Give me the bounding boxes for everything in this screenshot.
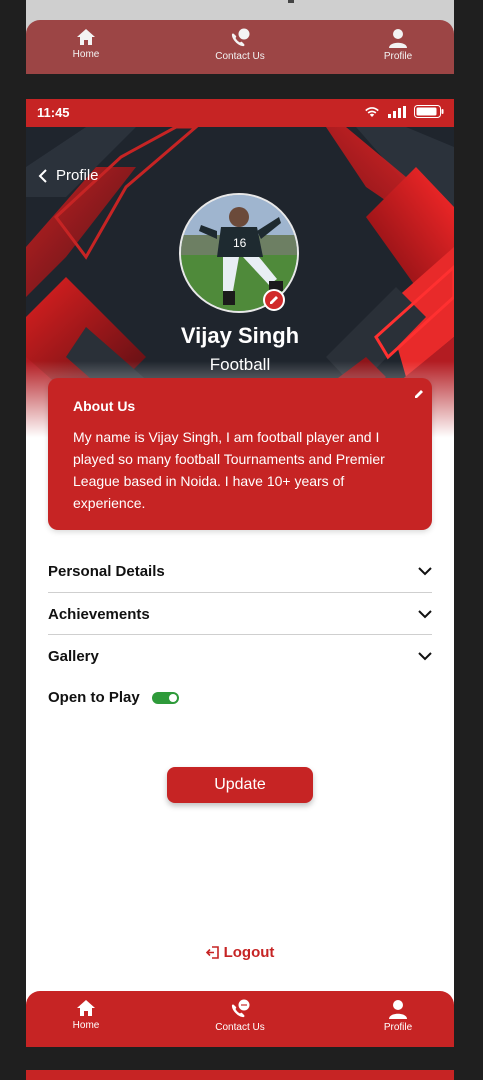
profile-icon bbox=[389, 29, 407, 48]
about-card: About Us My name is Vijay Singh, I am fo… bbox=[48, 378, 432, 530]
contact-icon bbox=[231, 28, 250, 47]
logout-button[interactable]: Logout bbox=[26, 944, 454, 961]
about-text: My name is Vijay Singh, I am football pl… bbox=[73, 429, 385, 511]
previous-nav-home-label: Home bbox=[72, 49, 100, 60]
back-button[interactable]: Profile bbox=[38, 167, 99, 184]
nav-profile[interactable]: Profile bbox=[358, 999, 438, 1033]
logout-label: Logout bbox=[223, 944, 275, 961]
previous-nav-contact-label: Contact Us bbox=[215, 51, 265, 62]
profile-name: Vijay Singh bbox=[180, 323, 300, 348]
contact-icon bbox=[231, 999, 250, 1018]
status-time: 11:45 bbox=[37, 105, 70, 120]
svg-text:16: 16 bbox=[233, 236, 247, 250]
update-button[interactable]: Update bbox=[167, 767, 313, 803]
bottom-nav: Home Contact Us Profile bbox=[26, 991, 454, 1047]
back-label: Profile bbox=[56, 167, 99, 184]
pencil-icon bbox=[270, 296, 278, 304]
previous-nav-profile: Profile bbox=[358, 28, 438, 62]
nav-contact-us-label: Contact Us bbox=[215, 1022, 265, 1033]
open-to-play-row: Open to Play bbox=[48, 689, 179, 706]
chevron-left-icon bbox=[38, 168, 47, 183]
section-label: Personal Details bbox=[48, 562, 165, 580]
edit-about-button[interactable] bbox=[414, 386, 424, 404]
signal-icon bbox=[388, 105, 406, 118]
battery-icon bbox=[414, 105, 444, 118]
nav-profile-label: Profile bbox=[383, 1022, 413, 1033]
nav-contact-us[interactable]: Contact Us bbox=[200, 999, 280, 1033]
wifi-icon bbox=[365, 106, 379, 117]
nav-home[interactable]: Home bbox=[46, 999, 126, 1031]
pencil-icon bbox=[415, 390, 423, 398]
open-to-play-label: Open to Play bbox=[48, 689, 140, 706]
section-gallery[interactable]: Gallery bbox=[48, 635, 432, 677]
profile-icon bbox=[389, 1000, 407, 1019]
section-label: Gallery bbox=[48, 647, 99, 665]
section-achievements[interactable]: Achievements bbox=[48, 593, 432, 635]
chevron-down-icon bbox=[418, 651, 432, 660]
toggle-knob bbox=[168, 693, 177, 702]
section-personal-details[interactable]: Personal Details bbox=[48, 550, 432, 592]
status-bar: 11:45 bbox=[26, 99, 454, 127]
about-title: About Us bbox=[73, 398, 136, 414]
edit-avatar-button[interactable] bbox=[263, 289, 285, 311]
chevron-down-icon bbox=[418, 609, 432, 618]
section-label: Achievements bbox=[48, 605, 150, 623]
previous-nav-profile-label: Profile bbox=[383, 51, 413, 62]
home-icon bbox=[77, 1000, 95, 1016]
avatar-container: 16 bbox=[179, 193, 299, 313]
nav-home-label: Home bbox=[72, 1020, 100, 1031]
logout-icon bbox=[205, 946, 219, 959]
previous-nav-contact: Contact Us bbox=[200, 28, 280, 62]
next-screen bbox=[26, 1070, 454, 1080]
profile-screen: 11:45 Profile 16 Vijay Singh About Us My… bbox=[26, 99, 454, 1047]
home-icon bbox=[77, 29, 95, 45]
previous-nav-home: Home bbox=[46, 28, 126, 60]
open-to-play-toggle[interactable] bbox=[151, 691, 179, 704]
previous-screen: Home Contact Us Profile bbox=[26, 0, 454, 74]
previous-bottom-nav: Home Contact Us Profile bbox=[26, 20, 454, 74]
chevron-down-icon bbox=[418, 566, 432, 575]
